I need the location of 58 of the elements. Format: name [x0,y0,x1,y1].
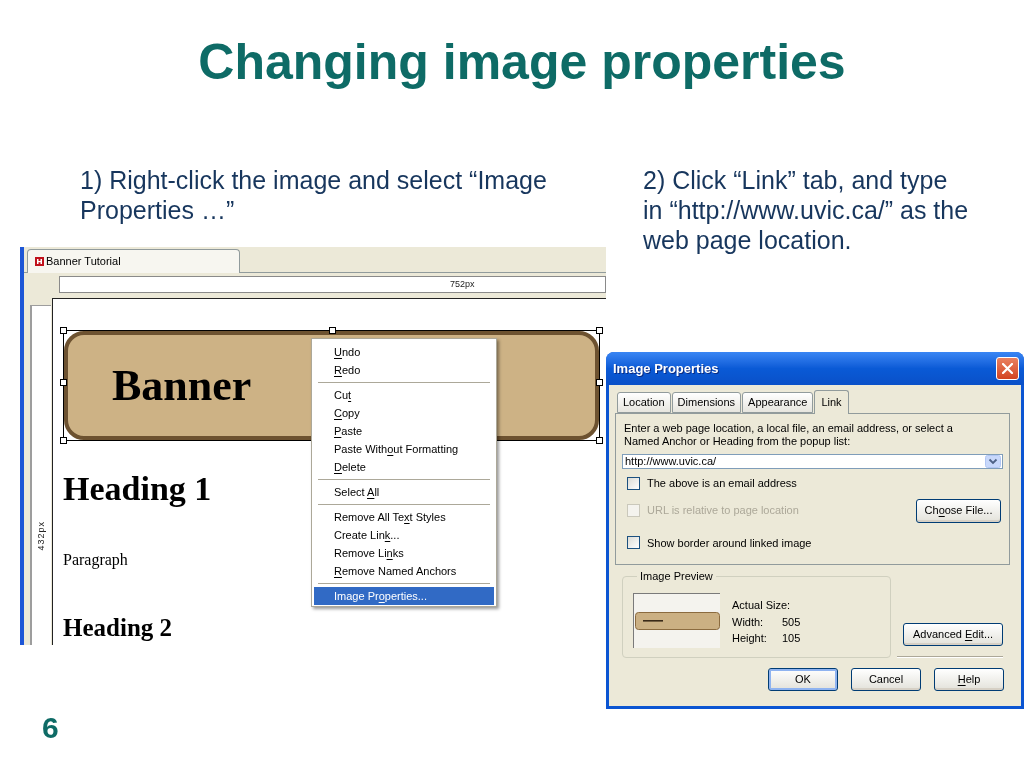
banner-title: Banner [112,361,252,410]
choose-file-button[interactable]: Choose File... [916,498,1001,523]
chevron-down-icon [985,455,1001,468]
menu-item[interactable]: Image Properties... [314,587,494,605]
horizontal-ruler: 752px [59,276,606,293]
document-tab[interactable]: Banner Tutorial [27,249,240,273]
help-button[interactable]: Help [934,668,1004,691]
checkbox-label: The above is an email address [647,476,797,491]
tab[interactable]: Appearance [742,392,814,413]
menu-item[interactable]: Remove All Text Styles [314,508,494,526]
menu-item[interactable]: Remove Links [314,544,494,562]
paragraph-text: Paragraph [63,550,128,570]
resize-handle[interactable] [596,379,603,386]
url-combobox[interactable]: http://www.uvic.ca/ [622,454,1003,469]
size-label: Height: [732,631,768,646]
menu-item[interactable]: Paste Without Formatting [314,440,494,458]
cancel-button[interactable]: Cancel [851,668,921,691]
heading-text: Heading 1 [63,469,212,509]
resize-handle[interactable] [329,327,336,334]
instructions-text: Enter a web page location, a local file, an email address, or select a Named Anchor or Heading from the popup list: [623,422,954,448]
menu-item[interactable]: Create Link... [314,526,494,544]
menu-item[interactable]: Delete [314,458,494,476]
checkbox[interactable] [627,476,640,490]
menu-item[interactable]: Remove Named Anchors [314,562,494,580]
ok-button[interactable]: OK [768,668,838,691]
size-label: Width: [732,614,765,630]
menu-item[interactable]: Cut [314,386,494,404]
checkbox-label: URL is relative to page location [647,503,799,519]
menu-item[interactable]: Copy [314,404,494,422]
heading-text: Heading 2 [63,613,173,643]
tab[interactable]: Dimensions [671,392,742,413]
advanced-edit-button[interactable]: Advanced Edit... [903,623,1003,646]
resize-handle[interactable] [596,327,603,334]
resize-handle[interactable] [60,379,67,386]
size-value: 505 [782,614,801,630]
resize-handle[interactable] [60,327,67,334]
document-icon [35,257,44,266]
slide-title: Changing image properties [198,33,846,92]
step-text: 1) Right-click the image and select “Image Properties …” [80,165,547,225]
checkbox-label: Show border around linked image [647,535,812,551]
menu-item[interactable]: Paste [314,422,494,440]
resize-handle[interactable] [60,437,67,444]
dialog-title: Image Properties [613,359,719,378]
page-number: 6 [42,711,59,744]
menu-item[interactable]: Redo [314,361,494,379]
actual-size-label: Actual Size: [732,598,792,613]
step-text: 2) Click “Link” tab, and type in “http://www.uvic.ca/” as the web page location. [643,165,969,255]
size-value: 105 [782,631,801,646]
close-button[interactable] [996,357,1019,380]
menu-item[interactable]: Select All [314,483,494,501]
ruler-label: 432px [34,521,47,551]
checkbox[interactable] [627,536,640,550]
close-icon [1002,363,1013,374]
menu-item[interactable]: Undo [314,343,494,361]
tab[interactable]: Link [814,390,849,414]
resize-handle[interactable] [596,437,603,444]
tab[interactable]: Location [617,392,671,413]
group-label: Image Preview [639,570,714,583]
